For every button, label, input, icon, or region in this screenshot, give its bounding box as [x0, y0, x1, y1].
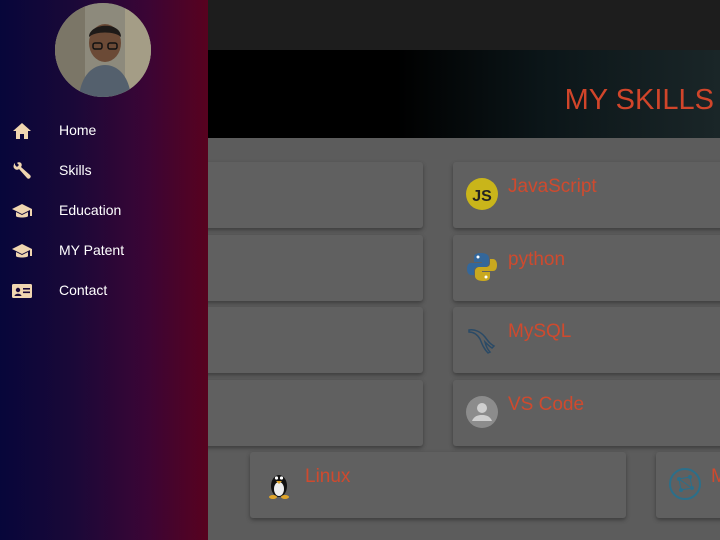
nav-item-contact[interactable]: Contact	[0, 273, 208, 309]
profile-photo-icon	[55, 3, 151, 97]
javascript-icon: JS	[466, 178, 498, 210]
graduation-cap-icon	[12, 244, 32, 258]
nav-item-patent[interactable]: MY Patent	[0, 233, 208, 269]
svg-text:JS: JS	[472, 188, 492, 205]
nav-item-label: Education	[59, 202, 122, 218]
skill-card-left-3[interactable]	[180, 307, 423, 373]
linux-penguin-icon	[269, 475, 289, 499]
skill-label: JavaScript	[508, 176, 597, 197]
skill-card-left-2[interactable]	[180, 235, 423, 301]
nav-item-label: Home	[59, 122, 97, 138]
skill-card-left-1[interactable]	[180, 162, 423, 228]
mysql-dolphin-icon	[468, 329, 496, 354]
skill-label: python	[508, 249, 566, 270]
python-icon	[467, 253, 497, 281]
nav-item-label: MY Patent	[59, 242, 125, 258]
profile-avatar[interactable]	[55, 3, 151, 97]
skill-label: M	[711, 466, 720, 487]
nav-item-label: Skills	[59, 162, 92, 178]
person-avatar-icon	[466, 396, 498, 428]
navigation-drawer: Home Skills Education MY Patent Contact	[0, 0, 208, 540]
nav-item-home[interactable]: Home	[0, 113, 208, 149]
graduation-cap-icon	[12, 204, 32, 218]
home-icon	[13, 123, 31, 139]
page-title: MY SKILLS	[564, 84, 714, 116]
skill-card-mysql[interactable]: MySQL	[453, 307, 720, 373]
wrench-icon	[13, 162, 31, 179]
nav-item-label: Contact	[59, 282, 108, 298]
skill-label: VS Code	[508, 394, 585, 415]
skill-card-network[interactable]: M	[656, 452, 720, 518]
skill-card-javascript[interactable]: JS JavaScript	[453, 162, 720, 228]
skill-label: MySQL	[508, 321, 572, 342]
nav-item-skills[interactable]: Skills	[0, 153, 208, 189]
skill-label: Linux	[305, 466, 351, 487]
skill-card-left-4[interactable]	[180, 380, 423, 446]
skill-card-vscode[interactable]: VS Code	[453, 380, 720, 446]
nav-item-education[interactable]: Education	[0, 193, 208, 229]
skill-card-linux[interactable]: Linux	[250, 452, 626, 518]
network-globe-icon	[669, 468, 701, 500]
skill-card-python[interactable]: python	[453, 235, 720, 301]
contact-card-icon	[12, 284, 32, 298]
